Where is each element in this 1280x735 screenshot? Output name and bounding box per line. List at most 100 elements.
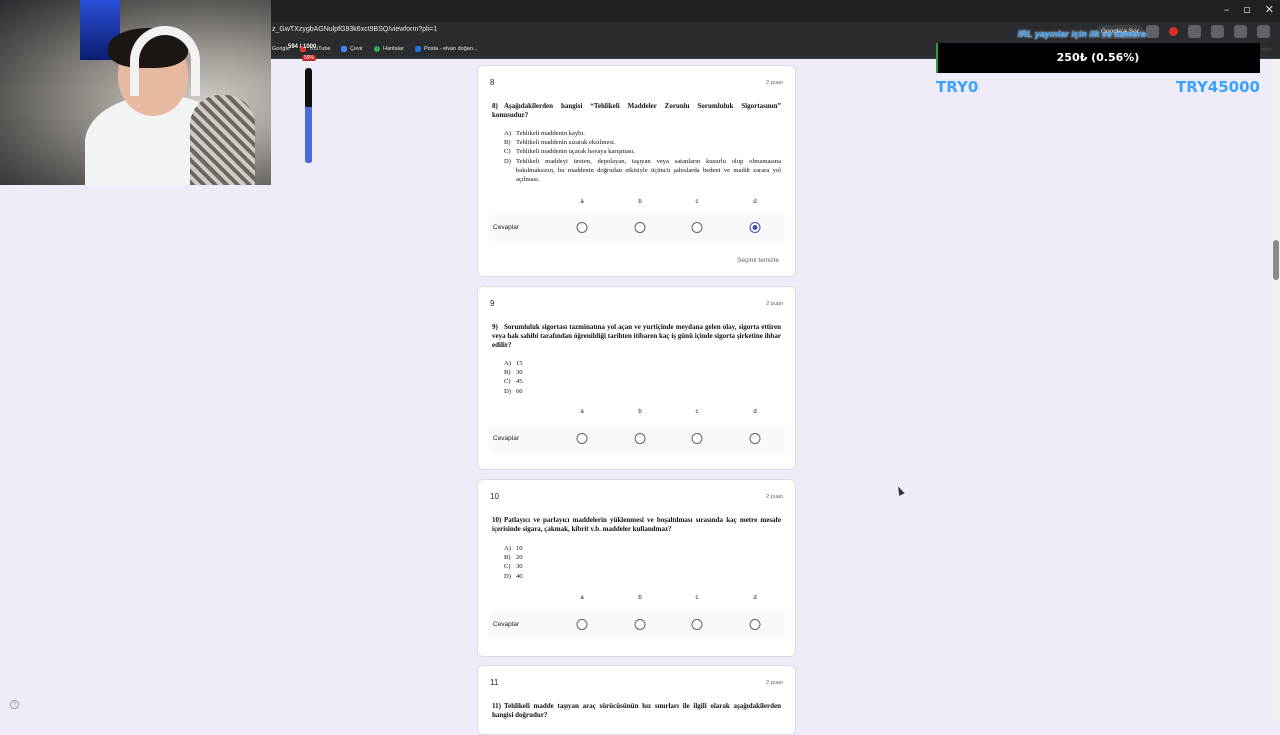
answer-options: A) Tehlikeli maddenin kaybı. B) Tehlikeli m… [504, 129, 781, 184]
question-text: 9) Sorumluluk sigortası tazminatına yol a… [492, 323, 781, 350]
option-text: 30 [516, 563, 523, 571]
radio-d[interactable] [749, 619, 761, 630]
scrollbar[interactable] [1272, 60, 1280, 720]
url-field[interactable]: z_GwTXzygbAGNulpfG93k6xct9BSQ/viewform?p… [272, 26, 437, 33]
maximize-button[interactable]: ▫ [1243, 3, 1250, 16]
option-letter: A) [504, 130, 511, 137]
question-body: Patlayıcı ve parlayıcı maddelerin yüklen… [492, 516, 781, 533]
radio-c[interactable] [691, 433, 703, 444]
question-prefix: 8) [492, 102, 498, 110]
option-letter: C) [504, 148, 511, 156]
download-icon[interactable] [1188, 25, 1201, 38]
grid-column-d: d [753, 409, 757, 415]
option-item: D) 40 [504, 572, 781, 581]
radio-a[interactable] [576, 619, 588, 630]
radio-b[interactable] [634, 433, 646, 444]
option-letter: B) [504, 139, 511, 147]
option-item: C) 45 [504, 377, 781, 386]
grid-column-b: b [638, 199, 642, 205]
grid-column-b: b [638, 595, 642, 601]
answer-options: A) 10 B) 20 C) 30 D) 40 [504, 544, 781, 581]
question-prefix: 11) [492, 702, 501, 710]
option-letter: A) [504, 545, 511, 552]
radio-c[interactable] [691, 619, 703, 630]
question-body: Tehlikeli madde taşıyan araç sürücüsünün… [492, 702, 781, 719]
extension-icon[interactable] [1146, 25, 1159, 38]
option-text: 30 [516, 369, 523, 377]
option-letter: D) [504, 157, 511, 165]
vertical-gauge [305, 68, 312, 163]
question-text: 10) Patlayıcı ve parlayıcı maddelerin yük… [492, 516, 781, 534]
window-controls: – ▫ ✕ [1224, 3, 1274, 16]
clear-selection-button[interactable]: Seçimi temizle [737, 257, 779, 264]
option-text: 10 [516, 545, 523, 552]
bookmark-translate[interactable]: Çevir [341, 46, 363, 52]
option-text: Tehlikeli maddenin kaybı. [516, 130, 585, 137]
option-text: 20 [516, 554, 523, 562]
question-number: 11 [490, 678, 499, 687]
question-points: 2 puan [766, 301, 783, 307]
maps-icon [374, 46, 380, 52]
question-points: 2 puan [766, 80, 783, 86]
translate-icon [341, 46, 347, 52]
donation-max: TRY45000 [1175, 78, 1260, 96]
option-letter: B) [504, 554, 511, 562]
option-letter: D) [504, 387, 511, 395]
question-text: 11) Tehlikeli madde taşıyan araç sürücüsü… [492, 702, 781, 720]
cam-person-arm [190, 95, 255, 185]
option-text: 15 [516, 360, 523, 367]
option-letter: C) [504, 563, 511, 571]
donation-min: TRY0 [936, 78, 979, 96]
question-card-9: 9 2 puan 9) Sorumluluk sigortası tazminatın… [477, 286, 796, 470]
question-points: 2 puan [766, 494, 783, 500]
grid-column-c: c [695, 199, 699, 205]
bookmark-label: Posta - elvan doğan... [424, 46, 478, 52]
option-letter: D) [504, 572, 511, 580]
headphones-icon [130, 26, 200, 96]
question-card-11: 11 2 puan 11) Tehlikeli madde taşıyan araç … [477, 665, 796, 735]
radio-c[interactable] [691, 222, 703, 233]
radio-d[interactable] [749, 433, 761, 444]
question-card-10: 10 2 puan 10) Patlayıcı ve parlayıcı maddel… [477, 479, 796, 657]
answer-options: A) 15 B) 30 C) 45 D) 60 [504, 359, 781, 396]
puzzle-icon[interactable] [1211, 25, 1224, 38]
grid-column-c: c [695, 409, 699, 415]
radio-b[interactable] [634, 222, 646, 233]
radio-b[interactable] [634, 619, 646, 630]
option-item: D) 60 [504, 387, 781, 396]
question-number: 9 [490, 299, 495, 308]
bookmark-mail[interactable]: Posta - elvan doğan... [415, 46, 478, 52]
mouse-cursor-icon [895, 485, 905, 496]
bookmark-label: Çevir [350, 46, 363, 52]
donation-title: IRL yayınlar için ilk ve kamera [1018, 29, 1146, 39]
option-text: 40 [516, 572, 523, 580]
radio-d[interactable] [749, 222, 761, 233]
option-text: 60 [516, 387, 523, 395]
option-item: A) Tehlikeli maddenin kaybı. [504, 129, 781, 138]
question-card-8: 8 2 puan 8) Aşağıdakilerden hangisi “Tehlik… [477, 65, 796, 277]
grid-row-label: Cevaplar [493, 621, 520, 628]
grid-column-d: d [753, 595, 757, 601]
option-item: B) 30 [504, 368, 781, 377]
radio-a[interactable] [576, 222, 588, 233]
gauge-label: 594 / 1000 [288, 44, 317, 50]
grid-column-a: a [580, 199, 584, 205]
question-points: 2 puan [766, 680, 783, 686]
option-text: Tehlikeli maddenin sızarak eksilmesi. [516, 139, 616, 147]
mail-icon [415, 46, 421, 52]
menu-icon[interactable] [1257, 25, 1270, 38]
record-icon[interactable] [1169, 27, 1178, 36]
gauge-fill [305, 106, 312, 163]
profile-icon[interactable] [1234, 25, 1247, 38]
grid-column-d: d [753, 199, 757, 205]
donation-progress-bar: 250₺ (0.56%) [936, 43, 1260, 73]
close-button[interactable]: ✕ [1265, 3, 1274, 16]
radio-a[interactable] [576, 433, 588, 444]
grid-column-b: b [638, 409, 642, 415]
help-icon[interactable]: ? [10, 700, 19, 709]
grid-row-answers: Cevaplar [489, 612, 785, 638]
bookmark-label: Haritalar [383, 46, 404, 52]
scroll-thumb[interactable] [1273, 240, 1279, 280]
bookmark-maps[interactable]: Haritalar [374, 46, 404, 52]
minimize-button[interactable]: – [1224, 3, 1230, 16]
